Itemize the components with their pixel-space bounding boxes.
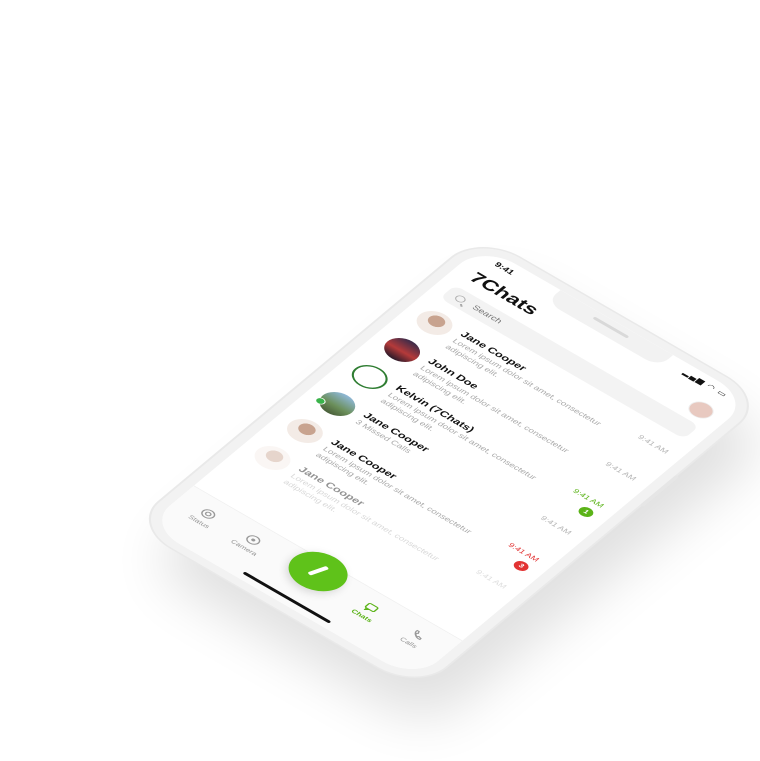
speaker-grille bbox=[592, 316, 630, 339]
missed-badge: 3 bbox=[510, 559, 532, 573]
pencil-icon bbox=[307, 565, 330, 576]
tab-calls[interactable]: Calls bbox=[384, 619, 444, 658]
device-mockup-scene: 9:41 ▂▄▆ ◠ ▭ 7Chats Jane Cooper bbox=[0, 0, 760, 761]
profile-avatar[interactable] bbox=[683, 398, 719, 422]
woman-avatar bbox=[409, 306, 460, 340]
battery-icon: ▭ bbox=[715, 388, 730, 399]
chat-time: 9:41 AM bbox=[603, 460, 639, 482]
phone-screen: 9:41 ▂▄▆ ◠ ▭ 7Chats Jane Cooper bbox=[146, 245, 752, 680]
chat-time: 9:41 AM bbox=[506, 541, 541, 563]
chat-time: 9:41 AM bbox=[473, 568, 509, 590]
wifi-icon: ◠ bbox=[704, 382, 719, 392]
status-icons: ▂▄▆ ◠ ▭ bbox=[681, 369, 730, 399]
tab-camera[interactable]: Camera bbox=[220, 524, 280, 563]
chat-time: 9:41 AM bbox=[571, 487, 606, 509]
status-time: 9:41 bbox=[492, 261, 516, 277]
new-chat-button[interactable] bbox=[277, 543, 360, 600]
phone-mockup: 9:41 ▂▄▆ ◠ ▭ 7Chats Jane Cooper bbox=[132, 235, 760, 690]
chat-time: 9:41 AM bbox=[635, 433, 671, 455]
online-indicator bbox=[313, 396, 328, 406]
tab-status[interactable]: Status bbox=[175, 498, 235, 537]
tab-chats[interactable]: Chats bbox=[337, 592, 397, 631]
phone-frame: 9:41 ▂▄▆ ◠ ▭ 7Chats Jane Cooper bbox=[132, 235, 760, 690]
search-icon bbox=[453, 294, 468, 304]
chat-time: 9:41 AM bbox=[538, 514, 574, 536]
unread-badge: 1 bbox=[575, 505, 597, 519]
signal-icon: ▂▄▆ bbox=[681, 369, 708, 386]
